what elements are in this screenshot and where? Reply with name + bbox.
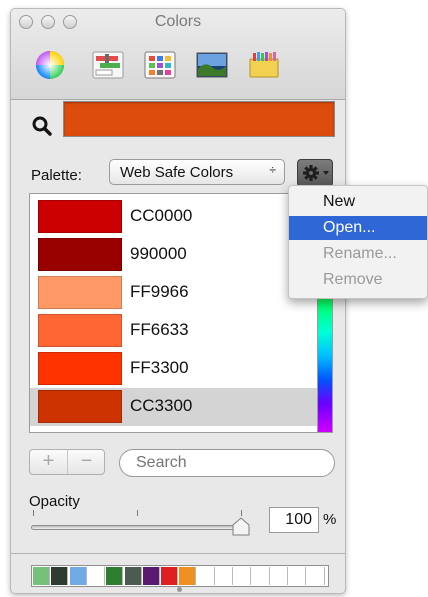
tray-swatch[interactable] xyxy=(161,567,179,585)
color-list-row[interactable]: FF9966 xyxy=(30,274,318,312)
tray-swatch[interactable] xyxy=(69,567,87,585)
tray-swatch[interactable] xyxy=(179,567,197,585)
tray-swatch[interactable] xyxy=(106,567,124,585)
color-swatch xyxy=(38,314,122,347)
resize-grip[interactable] xyxy=(177,587,182,592)
tray-swatch[interactable] xyxy=(270,567,288,585)
title-bar: Colors xyxy=(11,9,345,100)
search-field[interactable] xyxy=(119,449,335,477)
color-name: FF6633 xyxy=(130,320,189,339)
color-swatch xyxy=(38,276,122,309)
slider-tick xyxy=(137,510,138,516)
color-sliders-icon[interactable] xyxy=(91,49,125,81)
opacity-slider-track[interactable] xyxy=(31,525,243,530)
palette-actions-menu: New Open... Rename... Remove xyxy=(288,185,428,299)
menu-item-rename: Rename... xyxy=(323,245,397,262)
palette-label: Palette: xyxy=(31,167,82,184)
tray-swatch[interactable] xyxy=(289,567,307,585)
search-input[interactable] xyxy=(134,453,328,473)
opacity-value-field[interactable]: 100 xyxy=(269,507,319,533)
tray-swatch[interactable] xyxy=(252,567,270,585)
colors-panel: Colors Palette: Web Safe Colors ÷ CC0000… xyxy=(10,8,346,594)
color-swatch xyxy=(38,200,122,233)
remove-color-button[interactable]: − xyxy=(68,450,105,474)
color-name: CC0000 xyxy=(130,206,193,225)
tray-swatch[interactable] xyxy=(124,567,142,585)
tray-swatch[interactable] xyxy=(216,567,233,585)
color-swatch xyxy=(38,238,122,271)
current-color-well[interactable] xyxy=(63,101,335,137)
menu-item-open[interactable]: Open... xyxy=(289,216,427,240)
gear-icon xyxy=(303,165,329,181)
color-name: 990000 xyxy=(130,244,187,263)
color-name: FF3300 xyxy=(130,358,189,377)
image-palettes-icon[interactable] xyxy=(195,49,229,81)
add-remove-buttons: + − xyxy=(29,449,105,475)
swatch-tray[interactable] xyxy=(31,565,329,587)
magnifier-icon[interactable] xyxy=(31,115,53,137)
window-title: Colors xyxy=(154,13,202,30)
menu-item-new[interactable]: New xyxy=(289,190,427,214)
percent-label: % xyxy=(323,511,337,528)
slider-tick xyxy=(241,510,242,516)
opacity-label: Opacity xyxy=(29,493,80,510)
menu-item-remove: Remove xyxy=(323,271,383,288)
add-color-button[interactable]: + xyxy=(30,450,67,474)
color-name: CC3300 xyxy=(130,396,193,415)
gear-menu-button[interactable] xyxy=(297,159,333,187)
tray-swatch[interactable] xyxy=(87,567,105,585)
color-list-row[interactable]: FF3300 xyxy=(30,350,318,388)
color-wheel-icon[interactable] xyxy=(33,49,67,81)
color-swatch xyxy=(38,352,122,385)
color-list-row[interactable]: CC0000 xyxy=(30,198,318,236)
tray-swatch[interactable] xyxy=(33,567,50,585)
tray-swatch[interactable] xyxy=(142,567,160,585)
opacity-slider-thumb[interactable] xyxy=(231,517,251,537)
palette-popup[interactable]: Web Safe Colors ÷ xyxy=(109,159,285,185)
tray-swatch[interactable] xyxy=(234,567,252,585)
color-list-row[interactable]: FF6633 xyxy=(30,312,318,350)
divider xyxy=(11,553,345,554)
tray-swatch[interactable] xyxy=(307,567,325,585)
color-name: FF9966 xyxy=(130,282,189,301)
color-list-row[interactable]: CC3300 xyxy=(30,388,318,426)
palette-popup-value: Web Safe Colors xyxy=(120,164,234,181)
popup-arrows-icon: ÷ xyxy=(269,163,276,177)
slider-tick xyxy=(33,510,34,516)
color-list-row[interactable]: 990000 xyxy=(30,236,318,274)
crayons-icon[interactable] xyxy=(247,49,281,81)
color-palettes-icon[interactable] xyxy=(143,49,177,81)
color-swatch xyxy=(38,390,122,423)
tray-swatch[interactable] xyxy=(51,567,69,585)
color-list[interactable]: CC0000 990000 FF9966 FF6633 FF3300 CC3300 xyxy=(29,193,319,433)
tray-swatch[interactable] xyxy=(197,567,215,585)
chevron-down-icon xyxy=(323,171,329,175)
